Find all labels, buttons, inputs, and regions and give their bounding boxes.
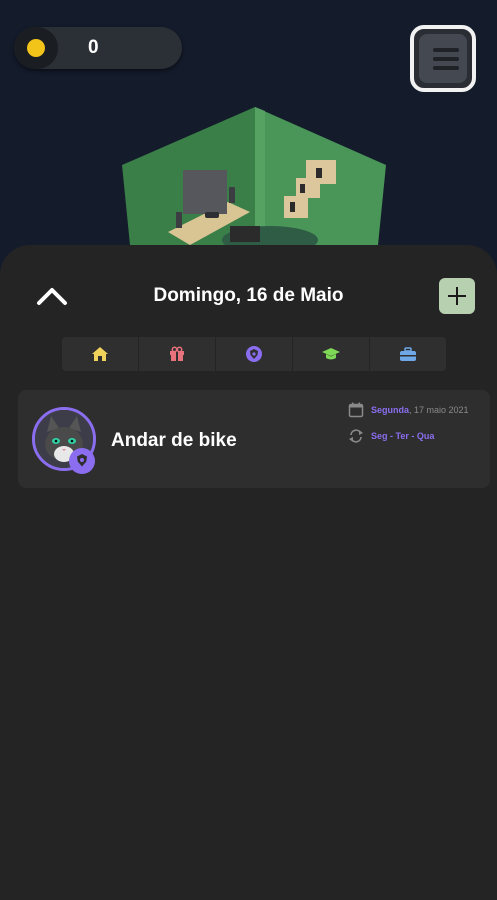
coin-count: 0 — [88, 37, 99, 58]
task-title: Andar de bike — [111, 430, 237, 451]
coin-icon — [27, 39, 45, 57]
due-date-rest: , 17 maio 2021 — [409, 405, 469, 415]
category-filter-bar — [62, 337, 446, 371]
category-tab-home[interactable] — [62, 337, 139, 371]
app-screen: 0 Domingo, 16 de Maio Andar de bike Segu… — [0, 0, 497, 900]
briefcase-icon — [400, 347, 416, 361]
task-repeat: Seg - Ter - Qua — [348, 428, 434, 444]
menu-icon — [419, 34, 467, 83]
graduation-cap-icon — [322, 348, 340, 360]
shield-icon — [246, 346, 262, 362]
repeat-days: Seg - Ter - Qua — [371, 431, 435, 441]
date-title: Domingo, 16 de Maio — [153, 285, 344, 306]
category-tab-education[interactable] — [293, 337, 370, 371]
due-date-day: Segunda — [371, 405, 410, 415]
coin-counter: 0 — [14, 27, 182, 69]
calendar-icon — [348, 402, 364, 418]
task-due-date: Segunda , 17 maio 2021 — [348, 402, 469, 418]
tasks-panel: Domingo, 16 de Maio Andar de bike Segund… — [0, 245, 497, 900]
repeat-icon — [349, 429, 363, 443]
category-tab-gift[interactable] — [139, 337, 216, 371]
task-card[interactable]: Andar de bike Segunda , 17 maio 2021 Seg… — [18, 390, 490, 488]
category-badge — [69, 448, 95, 474]
gift-icon — [170, 346, 184, 361]
category-tab-work[interactable] — [370, 337, 446, 371]
menu-button[interactable] — [410, 25, 476, 92]
add-task-button[interactable] — [439, 278, 475, 314]
home-icon — [92, 347, 108, 361]
category-tab-shield[interactable] — [216, 337, 293, 371]
coin-badge — [14, 27, 58, 69]
shield-icon — [77, 454, 87, 467]
